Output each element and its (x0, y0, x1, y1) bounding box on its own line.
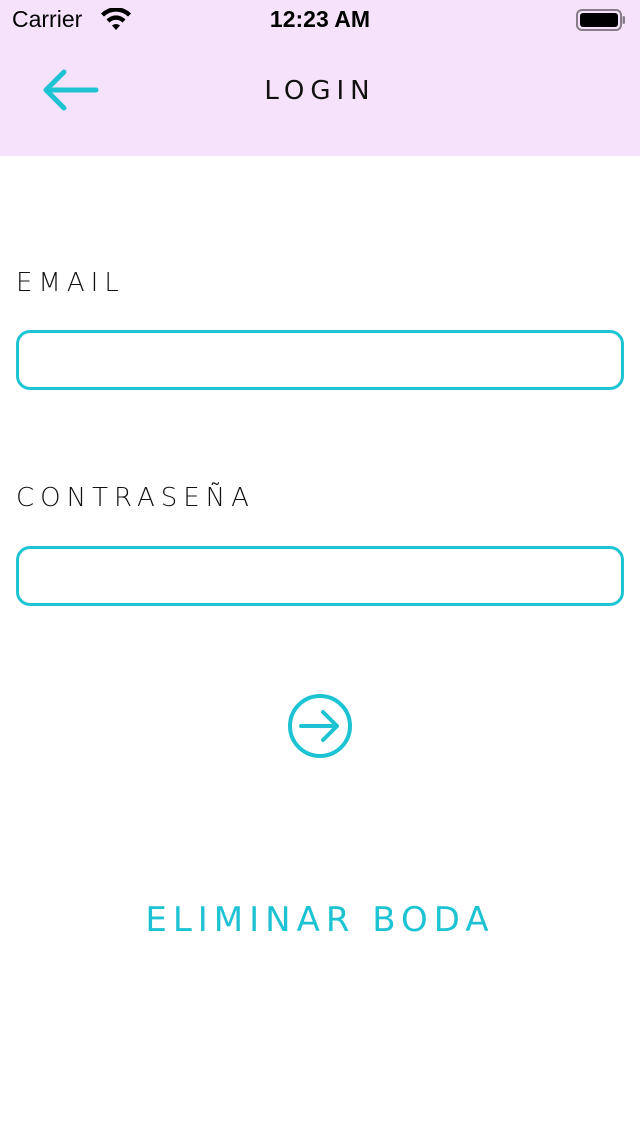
page-title: LOGIN (264, 76, 376, 106)
status-bar: Carrier 12:23 AM (0, 0, 640, 40)
navigation-bar: LOGIN (0, 40, 640, 156)
arrow-right-circle-icon[interactable] (287, 693, 353, 759)
battery-icon (576, 9, 625, 31)
status-time: 12:23 AM (269, 6, 371, 32)
delete-wedding-button[interactable]: ELIMINAR BODA (0, 900, 640, 940)
password-field[interactable] (16, 546, 624, 606)
login-screen: Carrier 12:23 AM LOGIN EMAIL CONTRASEÑA … (0, 0, 640, 1136)
password-label: CONTRASEÑA (16, 483, 255, 513)
email-label: EMAIL (16, 268, 125, 298)
email-field[interactable] (16, 330, 624, 390)
